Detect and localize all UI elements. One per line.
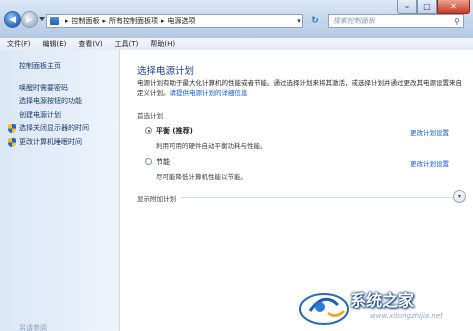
- breadcrumb-separator-icon[interactable]: ▸: [65, 17, 69, 25]
- sidebar-item-display-off-time[interactable]: 选择关闭显示器的时间: [8, 123, 89, 133]
- minimize-button[interactable]: –: [397, 0, 417, 14]
- control-panel-icon: [50, 17, 59, 25]
- preferred-plans-label: 首选计划: [137, 112, 163, 120]
- plan-power-saver-radio[interactable]: [145, 158, 152, 165]
- page-title: 选择电源计划: [137, 66, 195, 77]
- search-placeholder: 搜索控制面板: [333, 17, 375, 25]
- close-button[interactable]: ✕: [437, 0, 470, 14]
- plan-details-link[interactable]: 请提供电源计划的详细信息: [170, 89, 248, 97]
- menu-view[interactable]: 查看(V): [71, 39, 107, 49]
- breadcrumb-all-items[interactable]: 所有控制面板项: [109, 16, 158, 26]
- recent-pages-dropdown[interactable]: [39, 17, 45, 21]
- change-plan-settings-link[interactable]: 更改计划设置: [410, 158, 449, 168]
- sidebar-item-require-password[interactable]: 唤醒时需要密码: [19, 83, 68, 93]
- refresh-button[interactable]: ↻: [307, 15, 323, 27]
- minimize-icon: –: [405, 2, 409, 11]
- plan-balanced-radio[interactable]: [145, 127, 152, 134]
- section-divider: [137, 197, 457, 198]
- menu-tools[interactable]: 工具(T): [108, 39, 144, 49]
- sidebar-item-control-panel-home[interactable]: 控制面板主页: [19, 61, 61, 71]
- sidebar-item-label: 更改计算机睡眠时间: [19, 138, 82, 146]
- sidebar-item-label: 选择关闭显示器的时间: [19, 124, 89, 132]
- address-dropdown-icon[interactable]: ▾: [294, 14, 304, 28]
- arrow-right-icon: ▶: [26, 14, 33, 25]
- plan-name[interactable]: 节能: [156, 157, 170, 167]
- menu-help[interactable]: 帮助(H): [143, 39, 180, 49]
- shield-icon: [8, 123, 16, 133]
- search-icon[interactable]: ⚲: [454, 17, 460, 26]
- menu-file[interactable]: 文件(F): [0, 39, 36, 49]
- breadcrumb-power-options[interactable]: 电源选项: [168, 16, 196, 26]
- search-input[interactable]: 搜索控制面板 ⚲: [328, 14, 464, 28]
- menu-edit[interactable]: 编辑(E): [36, 39, 72, 49]
- plan-description: 尽可能降低计算机性能以节能。: [156, 173, 247, 181]
- sidebar-item-create-plan[interactable]: 创建电源计划: [19, 110, 61, 120]
- maximize-button[interactable]: □: [417, 0, 437, 14]
- close-icon: ✕: [450, 2, 457, 11]
- forward-button[interactable]: ▶: [21, 11, 38, 28]
- maximize-icon: □: [423, 2, 431, 11]
- back-button[interactable]: ◀: [4, 11, 21, 28]
- breadcrumb-control-panel[interactable]: 控制面板: [72, 16, 100, 26]
- breadcrumb-separator-icon[interactable]: ▸: [103, 17, 107, 25]
- chevron-down-icon: ▾: [457, 193, 461, 200]
- arrow-left-icon: ◀: [9, 14, 16, 25]
- change-plan-settings-link[interactable]: 更改计划设置: [410, 127, 449, 137]
- plan-name[interactable]: 平衡 (推荐): [156, 126, 193, 136]
- watermark-text: 系统之家: [350, 291, 415, 310]
- sidebar-item-sleep-time[interactable]: 更改计算机睡眠时间: [8, 137, 82, 147]
- address-bar[interactable]: ▸ 控制面板 ▸ 所有控制面板项 ▸ 电源选项: [46, 14, 303, 28]
- shield-icon: [8, 137, 16, 147]
- intro-text: 电源计划有助于最大化计算机的性能或者节能。通过选择计划来将其激活，或选择计划并通…: [137, 78, 462, 98]
- see-also-heading: 另请参阅: [19, 324, 47, 331]
- breadcrumb-separator-icon[interactable]: ▸: [161, 17, 165, 25]
- watermark-url: www.xitongzhijia.net: [370, 312, 443, 320]
- show-additional-plans-label[interactable]: 显示附加计划: [137, 193, 180, 203]
- sidebar-item-power-buttons[interactable]: 选择电源按钮的功能: [19, 96, 82, 106]
- left-navigation-pane: 控制面板主页 唤醒时需要密码 选择电源按钮的功能 创建电源计划 选择关闭显示器的…: [0, 50, 120, 331]
- control-panel-window: ◀ ▶ ▸ 控制面板 ▸ 所有控制面板项 ▸ 电源选项 ▾ ↻ 搜索控制面板 ⚲…: [0, 0, 473, 331]
- plan-description: 利用可用的硬件自动平衡功耗与性能。: [156, 142, 267, 150]
- site-watermark-logo: 系统之家 www.xitongzhijia.net: [298, 283, 470, 328]
- refresh-icon: ↻: [311, 16, 319, 26]
- title-bar: ◀ ▶ ▸ 控制面板 ▸ 所有控制面板项 ▸ 电源选项 ▾ ↻ 搜索控制面板 ⚲…: [0, 0, 473, 38]
- expand-button[interactable]: ▾: [453, 190, 466, 203]
